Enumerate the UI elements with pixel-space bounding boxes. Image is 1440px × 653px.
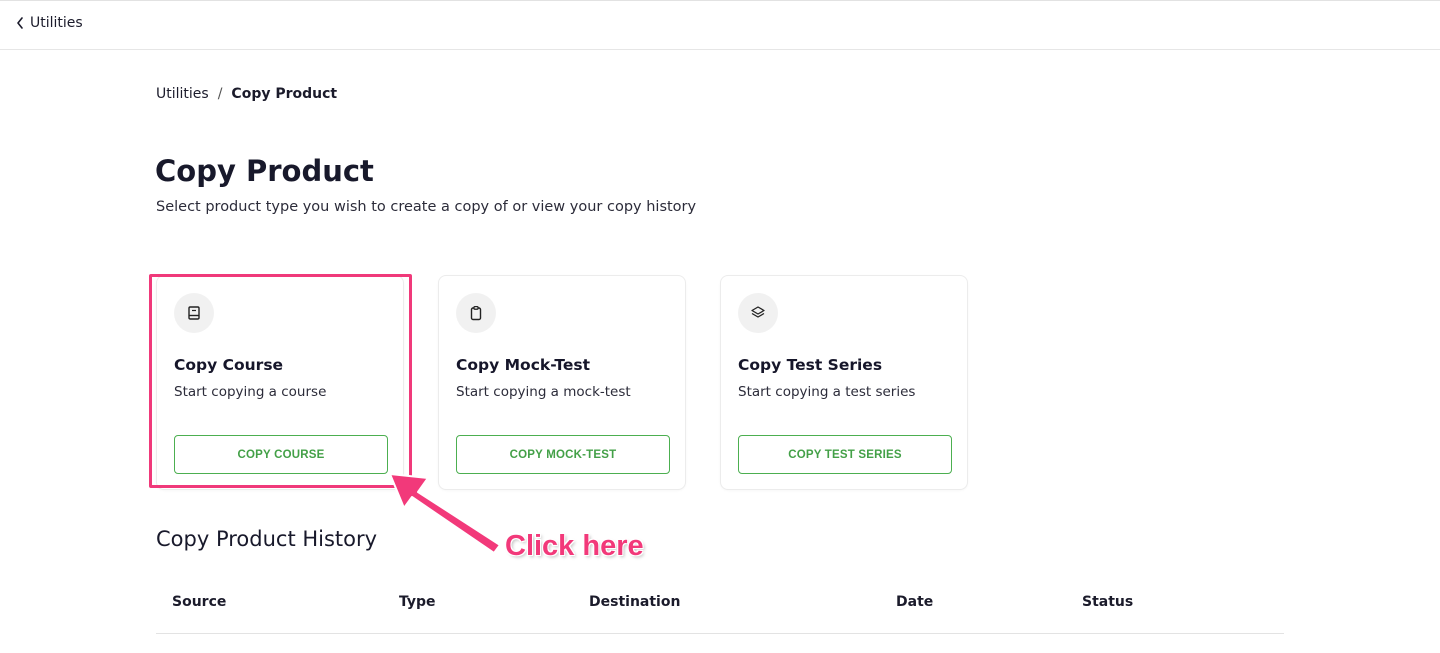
page-title: Copy Product [155, 154, 374, 188]
card-description: Start copying a course [174, 384, 327, 400]
column-header-destination: Destination [589, 594, 681, 610]
copy-course-button[interactable]: COPY COURSE [174, 435, 388, 474]
copy-test-series-button[interactable]: COPY TEST SERIES [738, 435, 952, 474]
breadcrumb-parent[interactable]: Utilities [156, 86, 209, 102]
card-description: Start copying a test series [738, 384, 916, 400]
card-description: Start copying a mock-test [456, 384, 631, 400]
history-table-header: Source Type Destination Date Status [156, 580, 1284, 634]
column-header-date: Date [896, 594, 934, 610]
history-title: Copy Product History [156, 527, 378, 551]
card-icon-wrap [456, 293, 496, 333]
card-title: Copy Mock-Test [456, 356, 591, 374]
card-copy-course: Copy Course Start copying a course COPY … [156, 275, 404, 490]
column-header-type: Type [399, 594, 436, 610]
clipboard-icon [470, 305, 482, 321]
breadcrumb-separator: / [217, 86, 223, 102]
card-copy-mock-test: Copy Mock-Test Start copying a mock-test… [438, 275, 686, 490]
column-header-status: Status [1082, 594, 1134, 610]
breadcrumb: Utilities / Copy Product [156, 86, 337, 102]
card-title: Copy Test Series [738, 356, 883, 374]
column-header-source: Source [172, 594, 227, 610]
layers-icon [751, 306, 765, 318]
annotation-text: Click here [505, 530, 644, 562]
back-link[interactable]: Utilities [16, 15, 83, 31]
book-icon [188, 306, 200, 320]
card-icon-wrap [174, 293, 214, 333]
card-title: Copy Course [174, 356, 284, 374]
top-bar: Utilities [0, 0, 1440, 50]
card-icon-wrap [738, 293, 778, 333]
card-copy-test-series: Copy Test Series Start copying a test se… [720, 275, 968, 490]
chevron-left-icon [17, 17, 23, 29]
copy-mock-test-button[interactable]: COPY MOCK-TEST [456, 435, 670, 474]
breadcrumb-current: Copy Product [231, 86, 338, 102]
page-subtitle: Select product type you wish to create a… [156, 199, 697, 215]
back-link-label: Utilities [30, 15, 83, 31]
